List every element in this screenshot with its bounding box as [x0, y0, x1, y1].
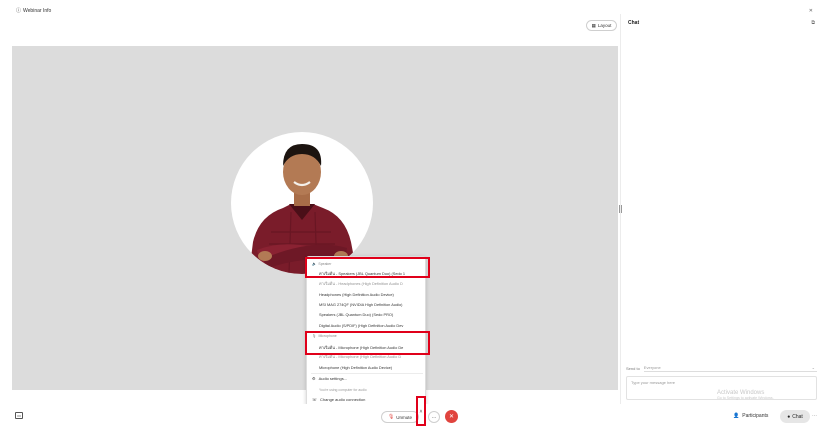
speaker-option-6[interactable]: Digital Audio (S/PDIF) (High Definition …: [319, 323, 423, 328]
captions-icon[interactable]: ▭: [15, 412, 23, 419]
microphone-muted-icon: 🎙: [387, 414, 395, 420]
panel-divider: [620, 14, 621, 412]
more-icon: …: [431, 414, 437, 420]
change-audio-connection-label: Change audio connection: [320, 397, 366, 402]
participant-video: [231, 132, 373, 274]
chat-button-label: Chat: [792, 413, 803, 420]
layout-icon: ▦: [591, 22, 596, 28]
layout-label: Layout: [597, 23, 612, 28]
phone-icon: ☏: [312, 397, 318, 402]
info-icon: ⓘ: [16, 8, 22, 14]
activate-windows-watermark: Activate Windows Go to Settings to activ…: [717, 390, 774, 400]
audio-settings-item[interactable]: ⚙ Audio settings...: [312, 376, 347, 381]
chat-button[interactable]: ● Chat: [780, 410, 810, 423]
audio-source-note: You're using computer for audio: [319, 388, 367, 392]
chat-panel: Chat ⧉ Send to Everyone ⌄ Type your mess…: [622, 14, 819, 412]
speaker-option-5[interactable]: Speakers (JBL Quantum Duo) (Sedo PRO): [319, 312, 423, 317]
microphone-option-3[interactable]: Microphone (High Definition Audio Device…: [319, 365, 423, 370]
layout-button[interactable]: ▦ Layout: [586, 20, 617, 31]
person-icon: 👤: [733, 413, 740, 419]
chevron-up-icon: ˄: [419, 409, 423, 415]
unmute-button[interactable]: 🎙 Unmute: [381, 411, 419, 423]
unmute-label: Unmute: [396, 414, 413, 420]
more-options-button[interactable]: …: [428, 411, 440, 423]
watermark-subtitle: Go to Settings to activate Windows.: [717, 396, 774, 400]
send-to-label: Send to: [626, 365, 640, 371]
microphone-highlight-box: [305, 331, 430, 355]
send-to-value: Everyone: [643, 365, 661, 370]
send-to-row: Send to Everyone ⌄: [626, 364, 817, 372]
participants-label: Participants: [742, 413, 769, 419]
change-audio-connection-item[interactable]: ☏ Change audio connection: [312, 397, 365, 402]
speaker-option-2[interactable]: ค่าเริ่มต้น - Headphones (High Definitio…: [319, 281, 423, 287]
participant-photo: [249, 144, 357, 274]
send-to-select[interactable]: Everyone ⌄: [643, 365, 817, 372]
chat-bubble-icon: ●: [787, 413, 791, 420]
chat-title: Chat: [628, 20, 640, 26]
audio-settings-label: Audio settings...: [318, 376, 348, 381]
chevron-down-icon: ⌄: [811, 365, 815, 370]
close-icon: ✕: [448, 414, 455, 420]
webinar-info-link[interactable]: ⓘ Webinar Info: [16, 7, 52, 15]
chat-input-placeholder: Type your message here: [631, 380, 676, 385]
top-bar: ⓘ Webinar Info ✕: [0, 0, 819, 14]
audio-options-caret[interactable]: ˄: [416, 396, 426, 426]
menu-divider: [311, 373, 423, 374]
webinar-info-label: Webinar Info: [23, 7, 52, 14]
speaker-highlight-box: [305, 257, 430, 278]
speaker-option-3[interactable]: Headphones (High Definition Audio Device…: [319, 292, 423, 297]
bottom-control-bar: ▭ 🎙 Unmute: [0, 404, 819, 428]
popout-icon[interactable]: ⧉: [811, 20, 815, 26]
more-right-icon[interactable]: ⋯: [812, 413, 817, 419]
gear-icon: ⚙: [312, 376, 316, 381]
participants-button[interactable]: 👤 Participants: [733, 413, 768, 419]
speaker-option-4[interactable]: MSI MAG 274QF (NVIDIA High Definition Au…: [319, 302, 423, 307]
leave-button[interactable]: ✕: [445, 410, 458, 423]
